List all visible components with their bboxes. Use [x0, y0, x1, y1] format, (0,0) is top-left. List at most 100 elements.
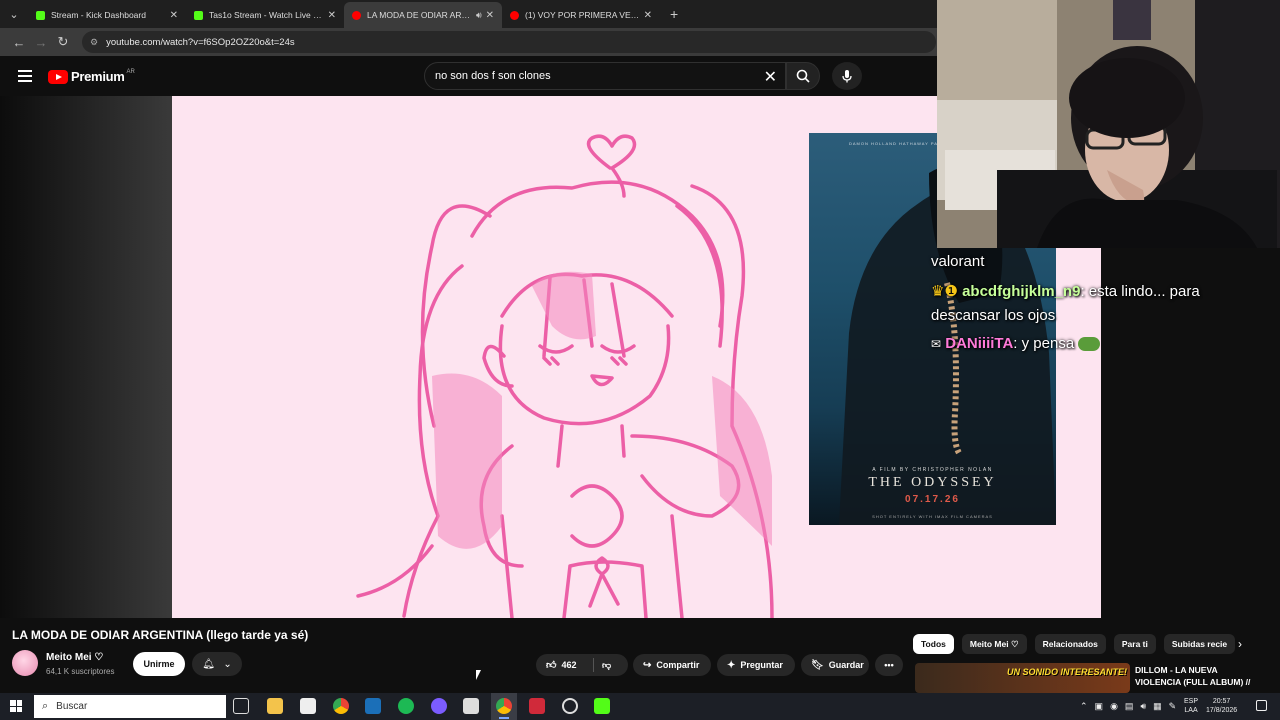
windows-start-icon[interactable] — [10, 700, 22, 712]
share-button[interactable]: ↪ Compartir — [633, 654, 711, 676]
tab-kick-stream[interactable]: Tas1o Stream - Watch Live on Kick ✕ — [186, 2, 344, 28]
address-bar[interactable]: ⚙ youtube.com/watch?v=f6SOp2OZ20o&t=24s — [82, 31, 936, 53]
join-button[interactable]: Unirme — [133, 652, 185, 676]
tab-youtube-active[interactable]: LA MODA DE ODIAR ARGENTINA (llego tarde … — [344, 2, 502, 28]
tab-title: Stream - Kick Dashboard — [51, 10, 146, 20]
stream-chat-overlay: valorant ♛❶ abcdfghijklm_n9: esta lindo.… — [927, 248, 1280, 368]
close-tab-icon[interactable]: ✕ — [644, 10, 652, 21]
pepe-emote-icon — [1078, 337, 1101, 352]
poster-director: A FILM BY CHRISTOPHER NOLAN — [872, 467, 993, 473]
chat-badge-icon: ❶ — [944, 283, 958, 300]
app-red-icon[interactable] — [529, 698, 545, 714]
channel-avatar[interactable] — [12, 650, 38, 676]
speaker-icon[interactable]: 🔊︎ — [476, 10, 482, 21]
chat-message: ♛❶ abcdfghijklm_n9: esta lindo... para — [931, 282, 1200, 300]
new-tab-icon[interactable]: + — [670, 6, 678, 22]
bell-icon: 🔔︎ — [202, 658, 215, 670]
chip-channel[interactable]: Meito Mei ♡ — [961, 634, 1027, 654]
chip-recent-uploads[interactable]: Subidas recie — [1163, 634, 1236, 654]
subscriber-count: 64,1 K suscriptores — [46, 667, 115, 676]
thumbs-up-icon[interactable]: 👍︎ — [546, 659, 556, 671]
thumbs-down-icon[interactable]: 👎︎ — [602, 660, 611, 671]
crown-badge-icon: ♛ — [931, 283, 945, 300]
recommended-video[interactable]: UN SONIDO INTERESANTE! DILLOM - LA NUEVA… — [913, 663, 1280, 693]
browser-toolbar: ← → ↻ ⚙ youtube.com/watch?v=f6SOp2OZ20o&… — [0, 28, 940, 56]
browser-tab-strip: ⌄ Stream - Kick Dashboard ✕ Tas1o Stream… — [0, 0, 940, 28]
notifications-icon[interactable] — [1256, 700, 1267, 711]
tray-app-icon[interactable]: ▣ — [1095, 701, 1104, 712]
share-icon: ↪ — [643, 659, 652, 671]
tab-kick-dashboard[interactable]: Stream - Kick Dashboard ✕ — [28, 2, 186, 28]
search-input[interactable]: no son dos f son clones ✕ — [424, 62, 786, 90]
youtube-icon — [510, 10, 519, 20]
speaker-icon[interactable]: 🔊︎ — [1140, 701, 1146, 712]
store-icon[interactable] — [300, 698, 316, 714]
kick-taskbar-icon[interactable] — [594, 698, 610, 714]
youtube-header: Premium AR no son dos f son clones ✕ — [0, 56, 940, 96]
tab-youtube-second[interactable]: (1) VOY POR PRIMERA VEZ A LA ✕ — [502, 2, 660, 28]
close-tab-icon[interactable]: ✕ — [486, 10, 494, 21]
forward-icon[interactable]: → — [30, 35, 52, 50]
youtube-logo[interactable]: Premium AR — [48, 69, 135, 84]
chrome-active-icon[interactable] — [496, 698, 512, 714]
clock-date: 17/8/2026 — [1206, 707, 1238, 714]
tray-app-icon[interactable]: ▦ — [1153, 701, 1162, 712]
microphone-icon — [842, 70, 852, 83]
system-tray: ⌃ ▣ ◉ ▤ 🔊︎ ▦ ✎ — [1080, 693, 1183, 720]
reload-icon[interactable]: ↻ — [52, 34, 74, 50]
chip-for-you[interactable]: Para ti — [1113, 634, 1156, 654]
site-info-icon[interactable]: ⚙ — [90, 37, 98, 48]
recommended-title[interactable]: DILLOM - LA NUEVA VIOLENCIA (FULL ALBUM)… — [1135, 664, 1263, 688]
file-explorer-icon[interactable] — [267, 698, 283, 714]
mouse-cursor-icon — [476, 670, 486, 680]
discord-like-icon[interactable] — [431, 698, 447, 714]
spotify-icon[interactable] — [398, 698, 414, 714]
lang-top: ESP — [1184, 698, 1199, 705]
chat-text: : y pensa — [1013, 335, 1075, 352]
chip-all[interactable]: Todos — [913, 634, 954, 654]
search-button[interactable] — [786, 62, 820, 90]
ask-button[interactable]: ✦ Preguntar — [717, 654, 795, 676]
chip-related[interactable]: Relacionados — [1034, 634, 1106, 654]
tray-app-icon[interactable]: ◉ — [1110, 701, 1118, 712]
input-language[interactable]: ESP LAA — [1184, 697, 1198, 715]
obs-like-icon[interactable] — [463, 698, 479, 714]
system-clock[interactable]: 20:57 17/8/2026 — [1206, 697, 1237, 715]
close-tab-icon[interactable]: ✕ — [170, 10, 178, 21]
channel-name[interactable]: Meito Mei ♡ — [46, 652, 103, 663]
chevron-up-icon[interactable]: ⌃ — [1080, 701, 1088, 712]
video-title: LA MODA DE ODIAR ARGENTINA (llego tarde … — [12, 628, 309, 642]
back-icon[interactable]: ← — [8, 35, 30, 50]
more-icon: ••• — [884, 660, 894, 670]
recommended-thumbnail[interactable]: UN SONIDO INTERESANTE! — [915, 663, 1130, 693]
save-button[interactable]: 🔖︎ Guardar — [801, 654, 869, 676]
steam-like-icon[interactable] — [365, 698, 381, 714]
chrome-icon[interactable] — [333, 698, 349, 714]
chevron-right-icon[interactable]: › — [1238, 637, 1242, 651]
mail-badge-icon: ✉ — [931, 337, 942, 351]
tray-app-icon[interactable]: ▤ — [1125, 701, 1134, 712]
chat-message: ✉ DANiiiiTA: y pensa — [931, 335, 1101, 352]
task-view-icon[interactable] — [233, 698, 249, 714]
more-actions-button[interactable]: ••• — [875, 654, 903, 676]
screen: ⌄ Stream - Kick Dashboard ✕ Tas1o Stream… — [0, 0, 1280, 720]
tab-title: LA MODA DE ODIAR ARGENTINA (llego tarde … — [367, 10, 473, 20]
streamer-camera-feed — [937, 0, 1280, 248]
app-circle-icon[interactable] — [562, 698, 578, 714]
tab-search-chevron-icon[interactable]: ⌄ — [0, 0, 28, 28]
poster-date: 07.17.26 — [905, 494, 960, 505]
notifications-button[interactable]: 🔔︎ ⌄ — [192, 652, 242, 676]
poster-imax-note: SHOT ENTIRELY WITH IMAX FILM CAMERAS — [872, 514, 993, 519]
menu-icon[interactable] — [18, 70, 32, 82]
close-tab-icon[interactable]: ✕ — [328, 10, 336, 21]
region-code: AR — [126, 68, 135, 75]
taskbar-search[interactable]: ⌕ Buscar — [34, 695, 226, 718]
clear-search-icon[interactable]: ✕ — [764, 67, 777, 87]
like-dislike-button[interactable]: 👍︎ 462 👎︎ — [536, 654, 628, 676]
like-count: 462 — [561, 660, 577, 670]
search-icon: ⌕ — [42, 700, 49, 712]
chat-username: abcdfghijklm_n9 — [962, 283, 1081, 300]
voice-search-button[interactable] — [832, 62, 862, 90]
pen-icon[interactable]: ✎ — [1169, 701, 1177, 712]
windows-taskbar: ⌕ Buscar ⌃ ▣ ◉ ▤ 🔊︎ ▦ ✎ ESP LAA 20:57 17… — [0, 693, 1280, 720]
